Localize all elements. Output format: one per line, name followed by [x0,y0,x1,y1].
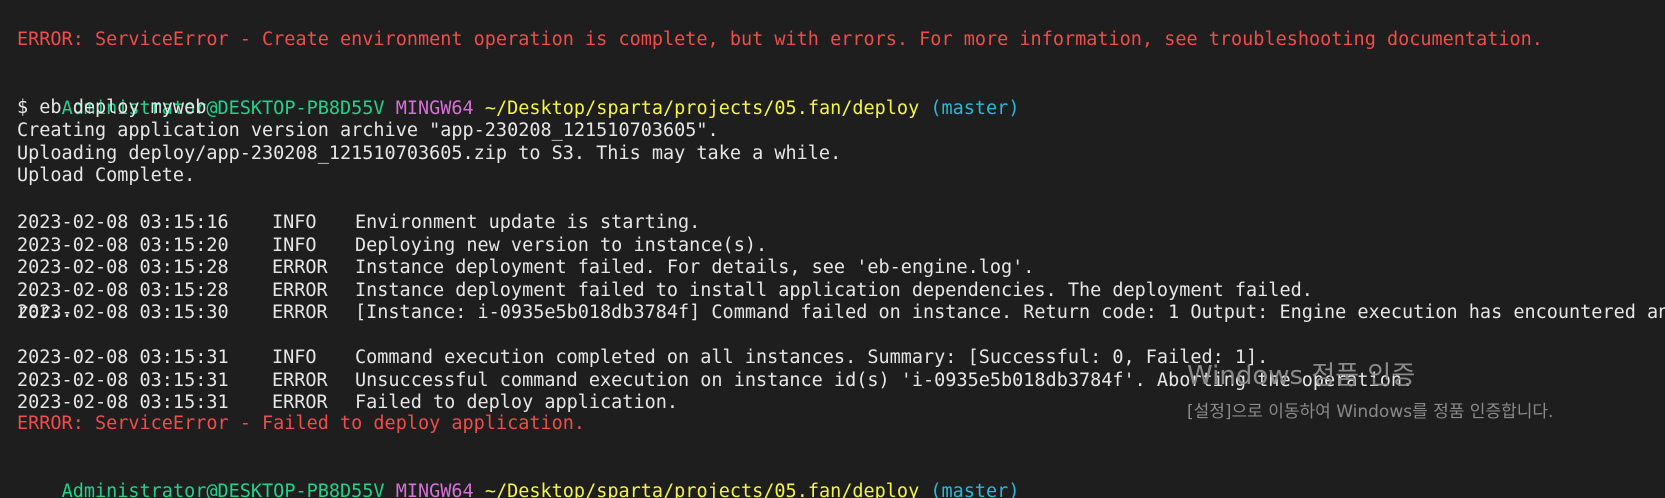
command-line: $ eb deploy myweb [17,97,207,118]
log-level: ERROR [272,302,328,323]
prompt-path: ~/Desktop/sparta/projects/05.fan/deploy [484,98,920,119]
log-level: INFO [272,212,317,233]
prompt-branch: (master) [930,481,1020,498]
log-level: INFO [272,347,317,368]
log-line: 2023-02-08 03:15:30 ERROR [Instance: i-093… [17,277,1665,323]
log-level: INFO [272,235,317,256]
log-message: Command execution completed on all insta… [355,347,1269,368]
log-line: 2023-02-08 03:15:28 ERROR Instance deploym… [17,255,1313,301]
log-level: ERROR [272,257,328,278]
log-line: 2023-02-08 03:15:31 INFO Command execution… [17,322,1268,368]
log-message: Environment update is starting. [355,212,701,233]
shell-prompt: Administrator@DESKTOP-PB8D55V MINGW64 ~/… [17,73,1020,119]
log-line: 2023-02-08 03:15:16 INFO Environment updat… [17,187,700,233]
log-message: [Instance: i-0935e5b018db3784f] Command … [355,302,1665,323]
log-message: Instance deployment failed to install ap… [355,280,1313,301]
terminal-window[interactable]: ERROR: ServiceError - Create environment… [0,0,1665,498]
log-level: ERROR [272,280,328,301]
prompt-shell: MINGW64 [395,481,474,498]
prompt-user-host: Administrator@DESKTOP-PB8D55V [61,481,385,498]
output-line: Upload Complete. [17,165,196,186]
log-line: 2023-02-08 03:15:31 ERROR Failed to deploy… [17,367,678,413]
error-message: ERROR: ServiceError - Failed to deploy a… [17,413,586,434]
output-line: Uploading deploy/app-230208_121510703605… [17,143,842,164]
wrapped-line: ror.. [17,301,73,322]
output-line: Creating application version archive "ap… [17,120,719,141]
log-line: 2023-02-08 03:15:31 ERROR Unsuccessful com… [17,345,1413,391]
log-message: Unsuccessful command execution on instan… [355,370,1414,391]
log-line: 2023-02-08 03:15:20 INFO Deploying new ver… [17,210,767,256]
prompt-path: ~/Desktop/sparta/projects/05.fan/deploy [484,481,920,498]
log-line: 2023-02-08 03:15:28 ERROR Instance deploym… [17,232,1034,278]
prompt-shell: MINGW64 [395,98,474,119]
prompt-branch: (master) [930,98,1020,119]
log-message: Deploying new version to instance(s). [355,235,768,256]
log-level: ERROR [272,370,328,391]
error-message: ERROR: ServiceError - Create environment… [17,29,1543,50]
log-message: Instance deployment failed. For details,… [355,257,1035,278]
shell-prompt: Administrator@DESKTOP-PB8D55V MINGW64 ~/… [17,456,1020,498]
